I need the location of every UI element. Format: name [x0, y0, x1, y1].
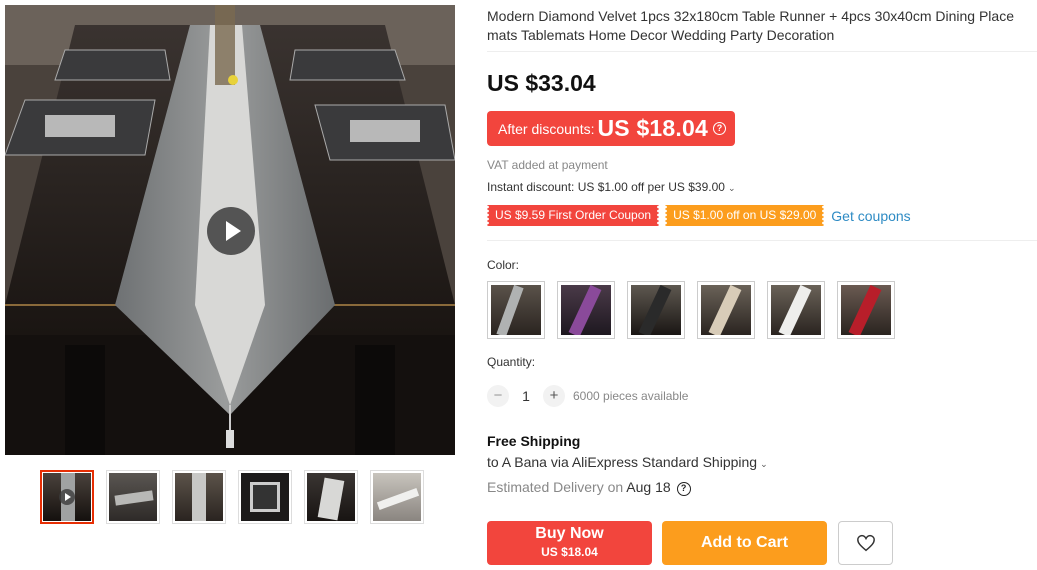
- info-icon[interactable]: ?: [713, 122, 726, 135]
- estimated-delivery-date: Aug 18: [626, 479, 671, 495]
- coupon-row: US $9.59 First Order Coupon US $1.00 off…: [485, 205, 911, 226]
- vat-note: VAT added at payment: [487, 158, 608, 172]
- buy-now-price: US $18.04: [541, 545, 598, 559]
- thumbnail-6[interactable]: [370, 470, 424, 524]
- store-coupon[interactable]: US $1.00 off on US $29.00: [664, 205, 826, 226]
- product-title: Modern Diamond Velvet 1pcs 32x180cm Tabl…: [487, 8, 1014, 43]
- get-coupons-link[interactable]: Get coupons: [831, 208, 910, 224]
- estimated-delivery-prefix: Estimated Delivery on: [487, 479, 624, 495]
- wishlist-button[interactable]: [838, 521, 893, 565]
- add-to-cart-button[interactable]: Add to Cart: [662, 521, 827, 565]
- discount-badge: After discounts: US $18.04 ?: [487, 111, 735, 146]
- buy-now-button[interactable]: Buy Now US $18.04: [487, 521, 652, 565]
- estimated-delivery: Estimated Delivery on Aug 18?: [487, 479, 691, 496]
- main-product-image[interactable]: [5, 5, 455, 455]
- color-swatch-champagne[interactable]: [697, 281, 755, 339]
- quantity-increase-button[interactable]: +: [543, 385, 565, 407]
- color-swatch-red[interactable]: [837, 281, 895, 339]
- color-label: Color:: [487, 258, 520, 272]
- thumbnail-1[interactable]: [40, 470, 94, 524]
- shipping-method[interactable]: to A Bana via AliExpress Standard Shippi…: [487, 454, 768, 470]
- question-icon[interactable]: ?: [676, 482, 691, 496]
- quantity-available: 6000 pieces available: [573, 389, 689, 403]
- video-play-icon[interactable]: [207, 207, 255, 255]
- shipping-title: Free Shipping: [487, 433, 581, 449]
- color-swatch-black[interactable]: [627, 281, 685, 339]
- thumbnail-5[interactable]: [304, 470, 358, 524]
- color-swatches: [487, 281, 895, 339]
- thumbnail-3[interactable]: [172, 470, 226, 524]
- thumbnail-4[interactable]: [238, 470, 292, 524]
- heart-icon: [856, 534, 875, 552]
- quantity-label: Quantity:: [487, 355, 536, 369]
- thumbnail-strip: [40, 470, 424, 524]
- shipping-method-text: to A Bana via AliExpress Standard Shippi…: [487, 454, 758, 470]
- color-swatch-purple[interactable]: [557, 281, 615, 339]
- instant-discount[interactable]: Instant discount: US $1.00 off per US $3…: [487, 180, 735, 194]
- instant-discount-text: Instant discount: US $1.00 off per US $3…: [487, 180, 725, 194]
- divider: [487, 240, 1037, 241]
- first-order-coupon[interactable]: US $9.59 First Order Coupon: [485, 205, 661, 226]
- color-swatch-white[interactable]: [767, 281, 825, 339]
- quantity-input[interactable]: 1: [509, 388, 543, 404]
- chevron-down-icon: ⌄: [760, 459, 768, 469]
- divider: [487, 51, 1037, 52]
- quantity-stepper: − 1 + 6000 pieces available: [487, 385, 688, 407]
- product-price: US $33.04: [487, 70, 596, 96]
- discount-label: After discounts:: [498, 120, 595, 137]
- quantity-decrease-button[interactable]: −: [487, 385, 509, 407]
- discount-price: US $18.04: [597, 115, 708, 141]
- thumbnail-2[interactable]: [106, 470, 160, 524]
- thumbnail-play-icon: [59, 489, 75, 505]
- buy-now-label: Buy Now: [535, 525, 604, 542]
- color-swatch-gray[interactable]: [487, 281, 545, 339]
- chevron-down-icon: ⌄: [727, 183, 736, 193]
